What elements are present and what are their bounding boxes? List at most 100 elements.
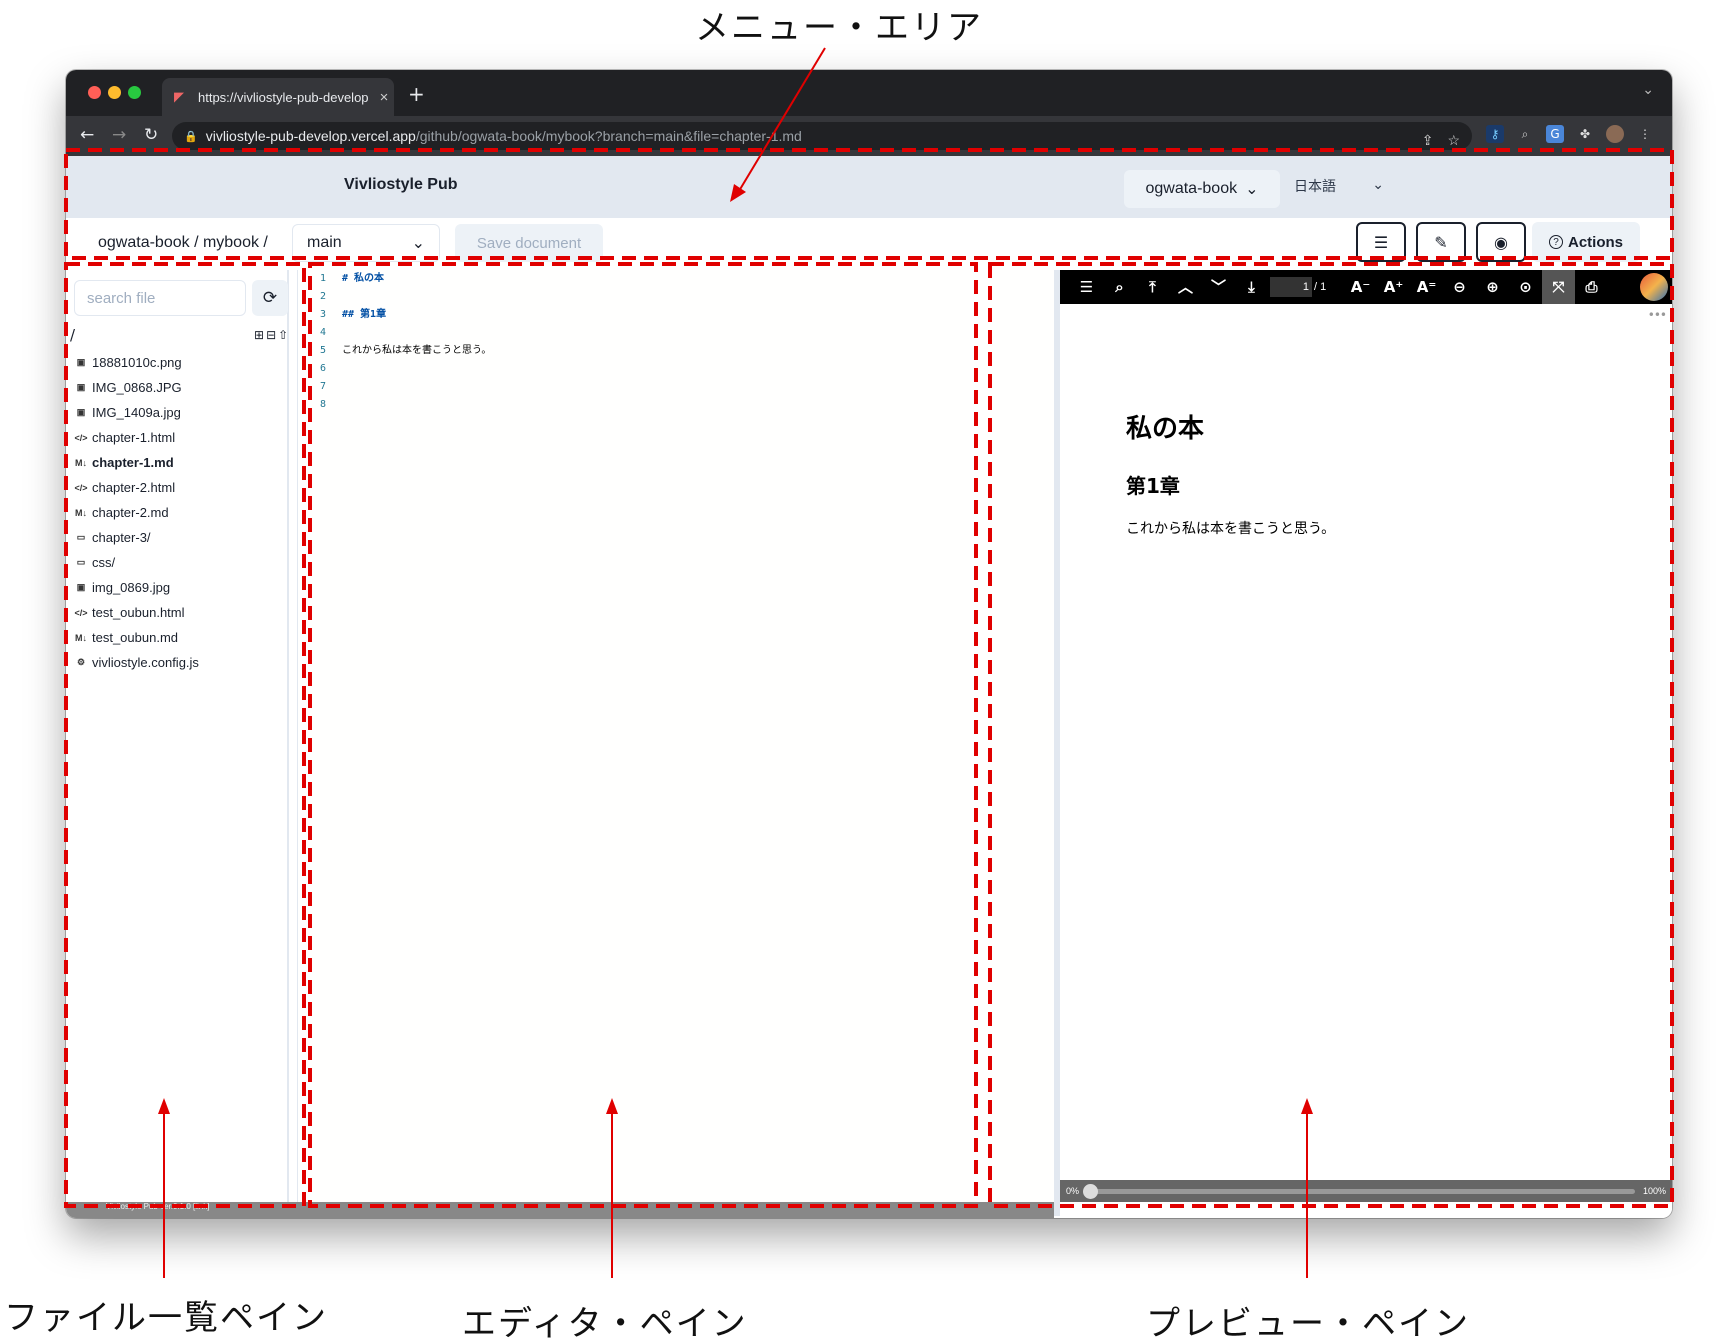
extension-key-icon[interactable]: ⚷ (1486, 125, 1504, 143)
app-title[interactable]: Vivliostyle Pub (344, 176, 458, 194)
file-item[interactable]: </> test_oubun.html (74, 600, 284, 625)
lock-icon: 🔒 (184, 130, 198, 143)
code-line[interactable] (342, 378, 1042, 396)
code-line[interactable] (342, 324, 1042, 342)
line-number: 3 (319, 309, 326, 320)
vivliostyle-logo-icon[interactable] (1640, 273, 1668, 301)
toggle-file-list-button[interactable]: ☰ (1356, 222, 1406, 262)
toggle-editor-button[interactable]: ✎ (1416, 222, 1466, 262)
file-item[interactable]: ▭ chapter-3/ (74, 525, 284, 550)
close-tab-icon[interactable]: × (374, 89, 394, 106)
new-folder-icon[interactable]: ⊟ (266, 328, 276, 342)
print-icon[interactable]: ⎙ (1575, 270, 1608, 304)
code-line[interactable] (342, 396, 1042, 414)
code-area[interactable]: # 私の本 ## 第1章 これから私は本を書こうと思う。 (342, 270, 1042, 414)
font-size-reset-icon[interactable]: A⁼ (1410, 270, 1443, 304)
bookmark-star-icon[interactable]: ☆ (1447, 132, 1460, 149)
profile-avatar[interactable] (1606, 125, 1624, 143)
file-name: chapter-2.html (92, 480, 176, 495)
file-item[interactable]: ▣ 18881010c.png (74, 350, 284, 375)
edit-icon: ✎ (1434, 232, 1448, 252)
forward-arrow-icon[interactable]: → (112, 125, 126, 145)
help-circle-icon: ? (1548, 235, 1563, 249)
code-line[interactable] (342, 360, 1042, 378)
chevron-down-icon: ⌄ (1372, 176, 1384, 192)
file-item[interactable]: M↓ test_oubun.md (74, 625, 284, 650)
page-slider-thumb[interactable] (1083, 1183, 1099, 1199)
font-size-decrease-icon[interactable]: A⁻ (1344, 270, 1377, 304)
file-item[interactable]: M↓ chapter-1.md (74, 450, 284, 475)
first-page-icon[interactable]: ⤒ (1136, 270, 1169, 304)
file-name: css/ (92, 555, 116, 570)
file-item[interactable]: </> chapter-2.html (74, 475, 284, 500)
zoom-window-button[interactable] (128, 86, 141, 99)
new-tab-button[interactable]: + (408, 82, 425, 106)
address-bar: ← → ↻ 🔒 vivliostyle-pub-develop.vercel.a… (66, 116, 1672, 156)
file-item[interactable]: ▣ IMG_0868.JPG (74, 375, 284, 400)
tab-bar: ◤ https://vivliostyle-pub-develop × + ⌄ (66, 70, 1672, 116)
branch-select[interactable]: main ⌄ (292, 224, 440, 262)
line-number-gutter: 1 2 3 4 5 6 7 8 (298, 270, 336, 1216)
reload-icon[interactable]: ↻ (144, 125, 158, 145)
url-field[interactable]: 🔒 vivliostyle-pub-develop.vercel.app /gi… (172, 122, 1472, 150)
file-item[interactable]: ▭ css/ (74, 550, 284, 575)
zoom-in-icon[interactable]: ⊕ (1476, 270, 1509, 304)
last-page-icon[interactable]: ⤓ (1235, 270, 1268, 304)
code-line[interactable]: ## 第1章 (342, 306, 1042, 324)
fit-page-icon[interactable]: ⤧ (1542, 270, 1575, 304)
page-slider-track[interactable] (1083, 1183, 1635, 1199)
file-item[interactable]: ⚙ vivliostyle.config.js (74, 650, 284, 675)
font-size-increase-icon[interactable]: A⁺ (1377, 270, 1410, 304)
extension-translate-icon[interactable]: G (1546, 125, 1564, 143)
preview-pane: ☰ ⌕ ⤒ ︿ ﹀ ⤓ 1 / 1 A⁻ A⁺ A⁼ ⊖ ⊕ ⊙ ⤧ ⎙ •••… (1060, 270, 1672, 1216)
file-item[interactable]: ▣ img_0869.jpg (74, 575, 284, 600)
code-line[interactable] (342, 288, 1042, 306)
search-icon[interactable]: ⌕ (1103, 270, 1136, 304)
progress-start-label: 0% (1066, 1186, 1080, 1196)
puzzle-icon[interactable]: ✤ (1576, 125, 1594, 143)
toc-icon[interactable]: ☰ (1070, 270, 1103, 304)
file-pane-divider[interactable] (288, 270, 298, 1216)
previous-page-icon[interactable]: ︿ (1169, 270, 1202, 304)
browser-tab[interactable]: ◤ https://vivliostyle-pub-develop × (162, 78, 394, 116)
editor-pane[interactable]: 1 2 3 4 5 6 7 8 # 私の本 ## 第1章 これから私は本を書こうと思う。 (298, 270, 1054, 1216)
chevron-down-icon: ⌄ (1245, 181, 1259, 198)
user-menu-button[interactable]: ogwata-book ⌄ (1124, 170, 1280, 208)
search-file-input[interactable] (74, 280, 246, 316)
zoom-actual-icon[interactable]: ⊙ (1509, 270, 1542, 304)
close-window-button[interactable] (88, 86, 101, 99)
next-page-icon[interactable]: ﹀ (1202, 270, 1235, 304)
upload-icon[interactable]: ⇧ (278, 328, 288, 342)
language-value: 日本語 (1294, 178, 1336, 194)
toggle-preview-button[interactable]: ◉ (1476, 222, 1526, 262)
page-number-input[interactable]: 1 (1270, 277, 1312, 297)
file-item[interactable]: </> chapter-1.html (74, 425, 284, 450)
share-icon[interactable]: ⇪ (1422, 132, 1434, 149)
actions-button[interactable]: ? Actions (1532, 222, 1640, 262)
extensions-area: ⚷ ⌕ G ✤ ⋮ (1486, 125, 1654, 143)
extension-search-icon[interactable]: ⌕ (1516, 125, 1534, 143)
image-file-icon: ▣ (76, 582, 86, 592)
zoom-out-icon[interactable]: ⊖ (1443, 270, 1476, 304)
code-file-icon: </> (74, 482, 88, 493)
image-file-icon: ▣ (76, 407, 86, 417)
actions-label: Actions (1567, 233, 1623, 251)
code-file-icon: </> (74, 432, 88, 443)
browser-menu-icon[interactable]: ⋮ (1636, 125, 1654, 143)
vivliostyle-pub-app: Vivliostyle Pub ogwata-book ⌄ 日本語 ⌄ ogwa… (66, 156, 1672, 1218)
new-file-icon[interactable]: ⊞ (254, 328, 264, 342)
tab-list-chevron-icon[interactable]: ⌄ (1642, 82, 1654, 98)
file-item[interactable]: ▣ IMG_1409a.jpg (74, 400, 284, 425)
code-line[interactable]: # 私の本 (342, 270, 1042, 288)
language-select[interactable]: 日本語 ⌄ (1294, 176, 1384, 196)
preview-heading-1: 私の本 (1126, 414, 1205, 444)
minimize-window-button[interactable] (108, 86, 121, 99)
file-item[interactable]: M↓ chapter-2.md (74, 500, 284, 525)
back-arrow-icon[interactable]: ← (80, 125, 94, 145)
code-line[interactable]: これから私は本を書こうと思う。 (342, 342, 1042, 360)
save-document-button[interactable]: Save document (455, 224, 603, 262)
url-path: /github/ogwata-book/mybook?branch=main&f… (415, 128, 802, 144)
code-file-icon: </> (74, 607, 88, 618)
refresh-icon[interactable]: ⟳ (252, 280, 288, 316)
more-options-icon[interactable]: ••• (1648, 308, 1667, 322)
